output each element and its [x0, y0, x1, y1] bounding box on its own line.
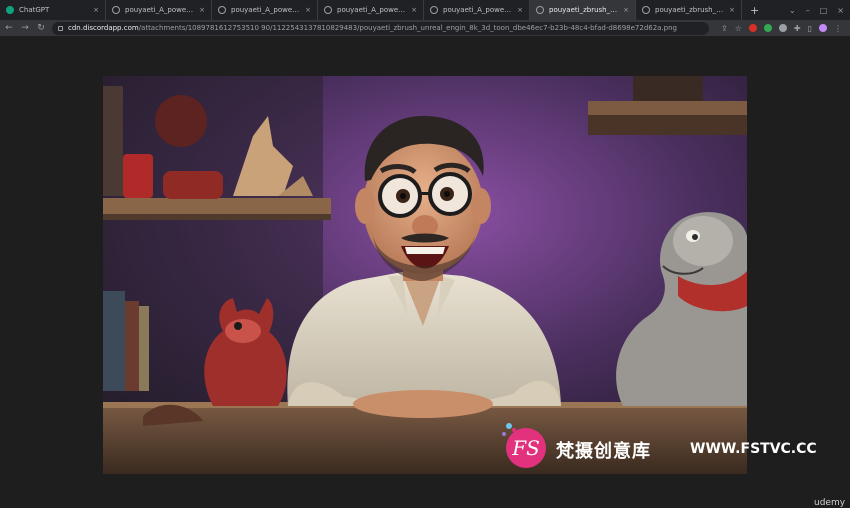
menu-kebab-icon[interactable]: ⋮: [834, 24, 842, 33]
tab-title: ChatGPT: [19, 6, 50, 14]
lock-icon[interactable]: [58, 25, 63, 31]
side-panel-icon[interactable]: ▯: [808, 24, 812, 33]
globe-icon: [112, 6, 120, 14]
tab-title: pouyaeti_A_powerful_modern: [231, 6, 301, 14]
globe-icon: [536, 6, 544, 14]
tab-title: pouyaeti_zbrush_unreal_engi: [549, 6, 619, 14]
share-icon[interactable]: ⇪: [721, 24, 728, 33]
url-host: cdn.discordapp.com: [68, 24, 139, 32]
tab-close-icon[interactable]: ×: [729, 6, 735, 14]
browser-tab[interactable]: pouyaeti_zbrush_unreal_engi ×: [530, 0, 636, 20]
forward-icon[interactable]: →: [20, 23, 30, 33]
extension-gray-icon[interactable]: [778, 24, 787, 32]
fs-logo-letters: FS: [511, 436, 540, 460]
new-tab-button[interactable]: +: [742, 0, 767, 20]
extensions-puzzle-icon[interactable]: ✚: [794, 24, 801, 33]
globe-icon: [430, 6, 438, 14]
extension-green-icon[interactable]: [763, 24, 772, 32]
tab-title: pouyaeti_A_powerful_modern: [443, 6, 513, 14]
maximize-icon[interactable]: □: [820, 6, 828, 15]
browser-tab[interactable]: pouyaeti_A_powerful_modern ×: [106, 0, 212, 20]
chatgpt-icon: [6, 6, 14, 14]
window-controls: ⌄ – □ ×: [789, 0, 844, 20]
tab-title: pouyaeti_zbrush_unreal_engi: [655, 6, 725, 14]
displayed-image: [103, 76, 747, 474]
globe-icon: [218, 6, 226, 14]
globe-icon: [324, 6, 332, 14]
cartoon-render-illustration: [103, 76, 747, 474]
browser-toolbar: ← → ↻ cdn.discordapp.com/attachments/108…: [0, 20, 850, 36]
tab-close-icon[interactable]: ×: [623, 6, 629, 14]
extension-red-icon[interactable]: [748, 24, 757, 32]
globe-icon: [642, 6, 650, 14]
close-window-icon[interactable]: ×: [837, 6, 844, 15]
reload-icon[interactable]: ↻: [36, 23, 46, 33]
tab-title: pouyaeti_A_powerful_modern: [337, 6, 407, 14]
minimize-icon[interactable]: –: [806, 6, 810, 15]
tab-close-icon[interactable]: ×: [93, 6, 99, 14]
bookmark-star-icon[interactable]: ☆: [735, 24, 742, 33]
tab-close-icon[interactable]: ×: [199, 6, 205, 14]
toolbar-icons: ⇪ ☆ ✚ ▯ ⋮: [721, 24, 842, 33]
tab-search-icon[interactable]: ⌄: [789, 6, 796, 15]
profile-avatar[interactable]: [819, 24, 827, 32]
fs-logo-icon: FS: [502, 423, 546, 468]
tab-close-icon[interactable]: ×: [517, 6, 523, 14]
browser-tab[interactable]: pouyaeti_A_powerful_modern ×: [318, 0, 424, 20]
udemy-label: udemy: [814, 498, 846, 508]
tab-strip: ChatGPT×pouyaeti_A_powerful_modern×pouya…: [0, 0, 850, 20]
browser-tab[interactable]: pouyaeti_A_powerful_modern ×: [424, 0, 530, 20]
address-bar[interactable]: cdn.discordapp.com/attachments/108978161…: [52, 21, 710, 35]
tab-close-icon[interactable]: ×: [305, 6, 311, 14]
image-viewer: udemy: [0, 36, 850, 508]
url-path: /attachments/1089781612753510 90/1122543…: [138, 24, 678, 32]
browser-tab[interactable]: pouyaeti_zbrush_unreal_engi ×: [636, 0, 742, 20]
watermark-chinese-text: 梵摄创意库: [556, 441, 651, 462]
browser-tab[interactable]: ChatGPT ×: [0, 0, 106, 20]
tab-title: pouyaeti_A_powerful_modern: [125, 6, 195, 14]
tab-close-icon[interactable]: ×: [411, 6, 417, 14]
watermark-url-text: WWW.FSTVC.CC: [690, 441, 817, 457]
browser-tab[interactable]: pouyaeti_A_powerful_modern ×: [212, 0, 318, 20]
back-icon[interactable]: ←: [4, 23, 14, 33]
